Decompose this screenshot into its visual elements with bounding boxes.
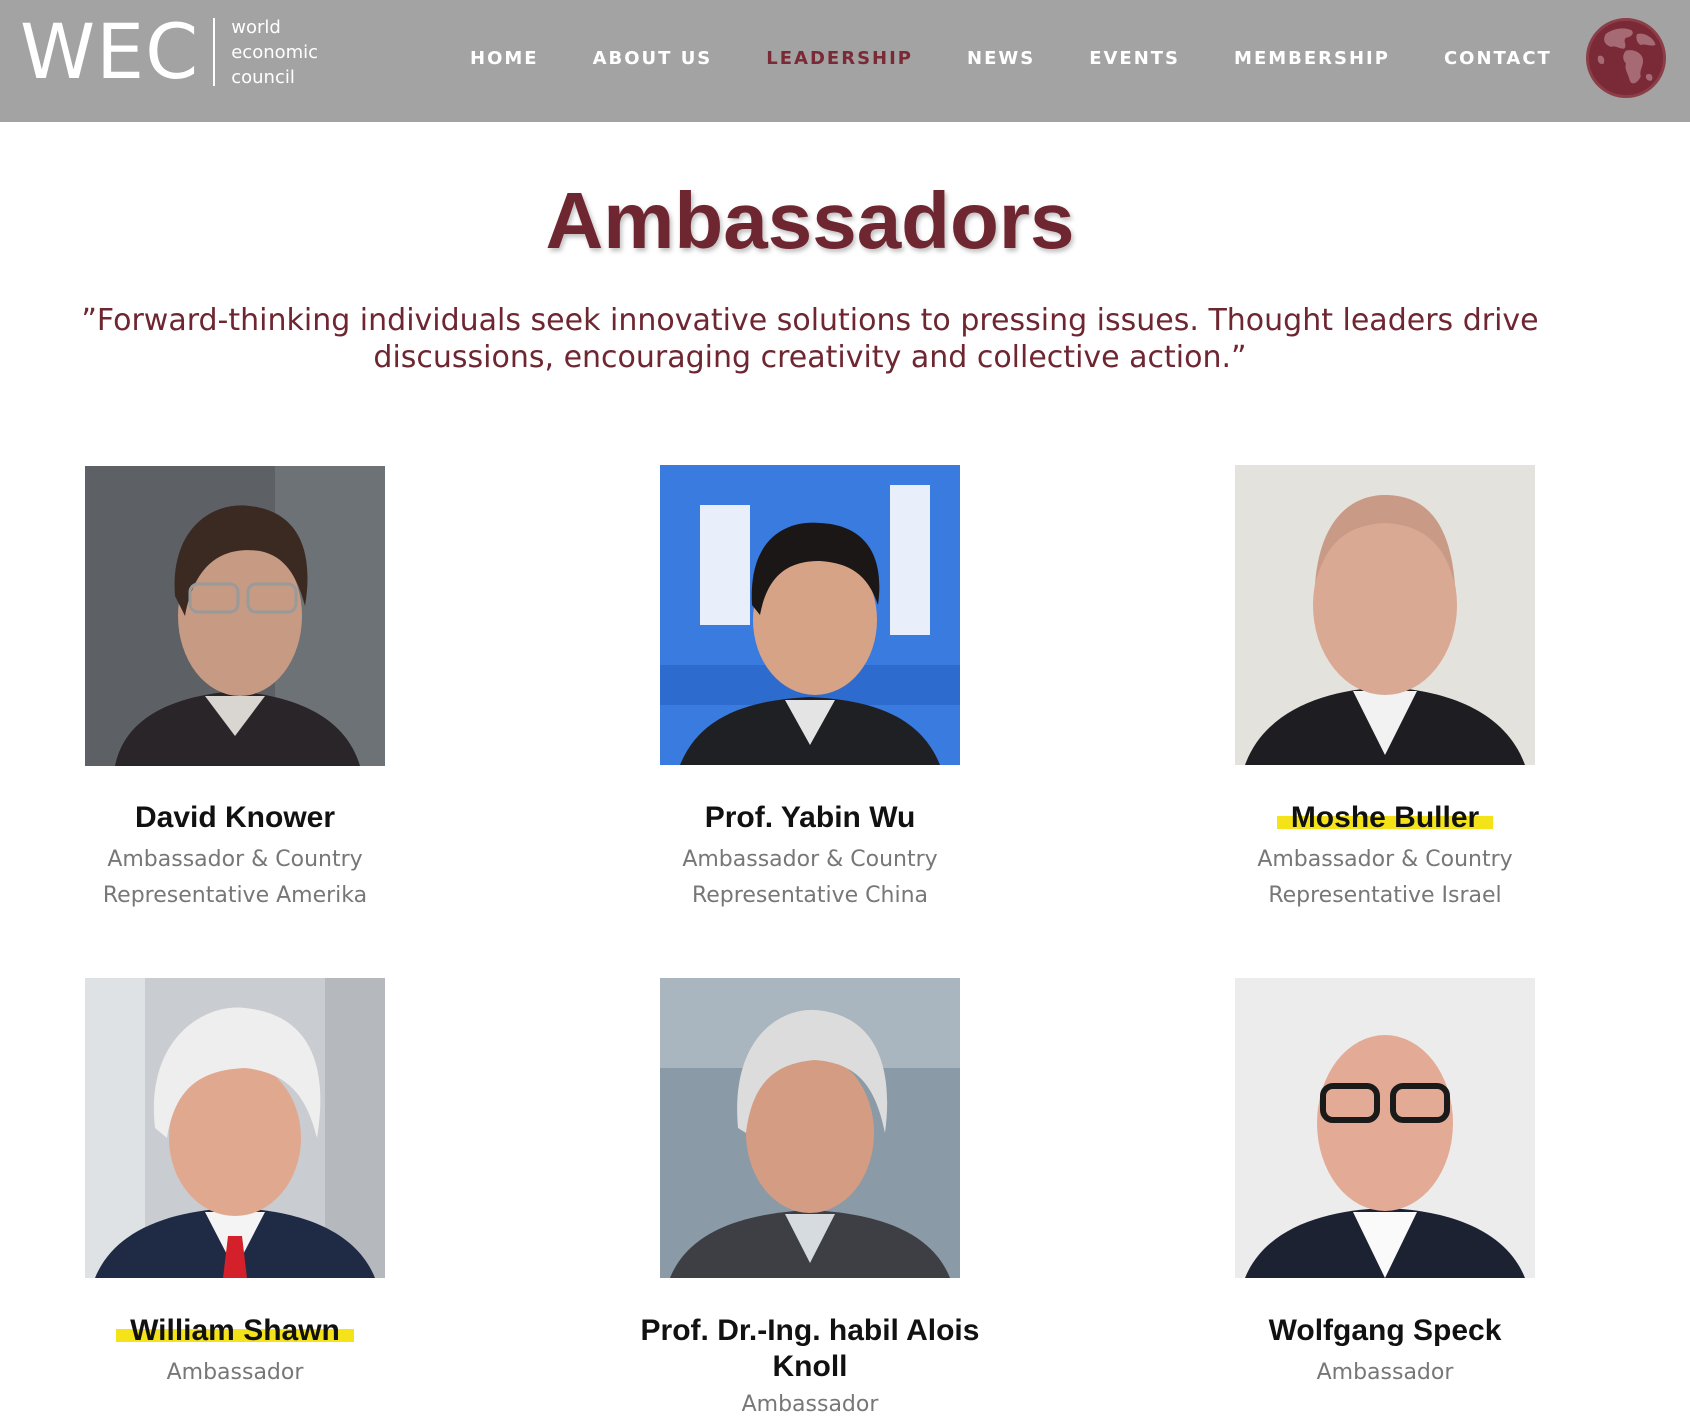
portrait-david-knower	[85, 466, 385, 766]
main-nav: HOME ABOUT US LEADERSHIP NEWS EVENTS MEM…	[470, 48, 1606, 69]
nav-news[interactable]: NEWS	[967, 48, 1035, 69]
ambassador-name: Prof. Yabin Wu	[704, 801, 916, 834]
ambassador-card-yabin-wu: Prof. Yabin Wu Ambassador & Country Repr…	[580, 800, 1040, 914]
ambassador-name-line-1: Prof. Dr.-Ing. habil Alois	[640, 1314, 980, 1347]
ambassador-card-moshe-buller: Moshe Buller Ambassador & Country Repres…	[1155, 800, 1615, 914]
nav-leadership[interactable]: LEADERSHIP	[766, 48, 913, 69]
logo-text: world economic council	[231, 15, 318, 90]
ambassador-role: Ambassador	[741, 1392, 879, 1417]
ambassador-name: Moshe Buller	[1155, 800, 1615, 836]
ambassador-role: Ambassador	[166, 1360, 304, 1385]
logo-line-1: world	[231, 16, 281, 38]
nav-about-us[interactable]: ABOUT US	[593, 48, 713, 69]
site-logo[interactable]: WEC world economic council	[20, 14, 318, 90]
nav-events[interactable]: EVENTS	[1089, 48, 1180, 69]
portrait-wolfgang-speck	[1235, 978, 1535, 1278]
globe-icon[interactable]	[1586, 18, 1666, 98]
portrait-yabin-wu	[660, 465, 960, 765]
nav-home[interactable]: HOME	[470, 48, 539, 69]
portrait-alois-knoll	[660, 978, 960, 1278]
portrait-moshe-buller	[1235, 465, 1535, 765]
logo-divider	[213, 18, 216, 86]
ambassador-card-david-knower: David Knower Ambassador & Country Repres…	[5, 800, 465, 914]
ambassador-role-line-2: Representative China	[691, 883, 929, 908]
portrait-william-shawn	[85, 978, 385, 1278]
ambassador-role-line-2: Representative Amerika	[102, 883, 368, 908]
logo-line-2: economic	[231, 41, 319, 63]
site-header: WEC world economic council HOME ABOUT US…	[0, 0, 1690, 122]
ambassador-card-william-shawn: William Shawn Ambassador	[5, 1313, 465, 1391]
ambassador-role: Ambassador & Country Representative Isra…	[1155, 842, 1615, 914]
intro-quote-line-1: ”Forward-thinking individuals seek innov…	[81, 303, 1539, 338]
ambassador-role-line-1: Ambassador & Country	[682, 847, 938, 872]
ambassador-name-line-2: Knoll	[772, 1350, 848, 1383]
ambassador-role: Ambassador	[1316, 1360, 1454, 1385]
ambassador-card-wolfgang-speck: Wolfgang Speck Ambassador	[1155, 1313, 1615, 1391]
ambassador-role-line-1: Ambassador & Country	[107, 847, 363, 872]
ambassador-role: Ambassador & Country Representative Chin…	[580, 842, 1040, 914]
ambassador-role-line-2: Representative Israel	[1268, 883, 1502, 908]
nav-contact[interactable]: CONTACT	[1444, 48, 1552, 69]
intro-quote: ”Forward-thinking individuals seek innov…	[20, 302, 1600, 376]
highlighted-name: William Shawn	[116, 1314, 354, 1347]
ambassador-role-line-1: Ambassador & Country	[1257, 847, 1513, 872]
ambassador-card-alois-knoll: Prof. Dr.-Ing. habil Alois Knoll Ambassa…	[580, 1313, 1040, 1423]
nav-membership[interactable]: MEMBERSHIP	[1234, 48, 1390, 69]
logo-mark: WEC	[20, 7, 200, 96]
ambassador-name: Wolfgang Speck	[1268, 1314, 1502, 1347]
highlighted-name: Moshe Buller	[1276, 801, 1494, 834]
ambassador-role: Ambassador & Country Representative Amer…	[5, 842, 465, 914]
page-title: Ambassadors	[545, 176, 1075, 265]
intro-quote-line-2: discussions, encouraging creativity and …	[373, 340, 1247, 375]
ambassador-name: David Knower	[134, 801, 336, 834]
logo-line-3: council	[231, 66, 295, 88]
ambassador-name: Prof. Dr.-Ing. habil Alois Knoll	[580, 1313, 1040, 1385]
ambassador-name: William Shawn	[5, 1313, 465, 1349]
